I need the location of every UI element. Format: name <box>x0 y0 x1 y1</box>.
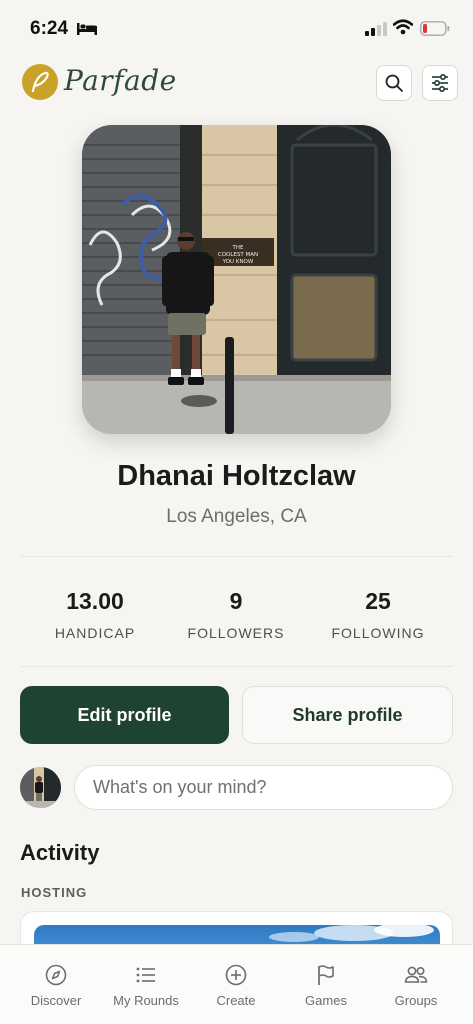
tab-bar: Discover My Rounds Create Games Groups <box>0 944 473 1024</box>
flag-icon <box>318 965 334 985</box>
cellular-signal-icon <box>365 22 387 36</box>
stat-value: 13.00 <box>66 588 124 614</box>
composer-placeholder: What's on your mind? <box>93 777 267 797</box>
tab-label: Groups <box>394 993 438 1008</box>
tab-create[interactable]: Create <box>189 945 283 1024</box>
people-icon <box>404 966 428 983</box>
parfade-logo-icon <box>22 64 58 100</box>
stat-following[interactable]: 25 FOLLOWING <box>303 588 453 641</box>
tab-label: My Rounds <box>113 993 179 1008</box>
compass-icon <box>45 964 67 986</box>
activity-heading: Activity <box>20 840 100 865</box>
stat-label: HANDICAP <box>54 625 136 641</box>
app-logo-text: Parfade <box>64 64 177 97</box>
sliders-icon <box>432 74 448 92</box>
tab-games[interactable]: Games <box>279 945 373 1024</box>
stat-label: FOLLOWING <box>331 625 425 641</box>
svg-text:THE: THE <box>232 245 244 251</box>
bed-icon <box>77 23 97 35</box>
edit-profile-button[interactable]: Edit profile <box>20 686 229 744</box>
wifi-icon <box>393 19 413 35</box>
profile-location: Los Angeles, CA <box>166 506 307 527</box>
stat-value: 25 <box>365 588 391 614</box>
tab-label: Create <box>216 993 256 1008</box>
battery-icon <box>420 21 450 36</box>
search-icon <box>385 74 403 92</box>
stat-handicap[interactable]: 13.00 HANDICAP <box>20 588 170 641</box>
stat-value: 9 <box>229 588 243 614</box>
list-icon <box>136 967 155 983</box>
plus-circle-icon <box>225 964 247 986</box>
svg-text:YOU KNOW: YOU KNOW <box>222 259 254 265</box>
tab-discover[interactable]: Discover <box>9 945 103 1024</box>
tab-label: Discover <box>30 993 82 1008</box>
whats-on-your-mind-input[interactable]: What's on your mind? <box>74 765 453 810</box>
profile-name: Dhanai Holtzclaw <box>117 460 356 492</box>
app-header: Parfade <box>0 60 473 108</box>
settings-button[interactable] <box>422 65 458 101</box>
profile-photo[interactable]: THE COOLEST MAN YOU KNOW <box>82 125 391 434</box>
divider <box>20 556 453 557</box>
divider <box>20 666 453 667</box>
svg-text:COOLEST MAN: COOLEST MAN <box>218 252 258 258</box>
tab-groups[interactable]: Groups <box>369 945 463 1024</box>
avatar[interactable] <box>20 767 61 808</box>
tab-label: Games <box>305 993 347 1008</box>
status-bar: 6:24 <box>0 0 473 56</box>
search-button[interactable] <box>376 65 412 101</box>
hosting-section-label: HOSTING <box>21 885 88 900</box>
stat-followers[interactable]: 9 FOLLOWERS <box>161 588 311 641</box>
share-profile-button[interactable]: Share profile <box>242 686 453 744</box>
stat-label: FOLLOWERS <box>187 625 285 641</box>
status-time: 6:24 <box>30 18 69 39</box>
tab-my-rounds[interactable]: My Rounds <box>99 945 193 1024</box>
